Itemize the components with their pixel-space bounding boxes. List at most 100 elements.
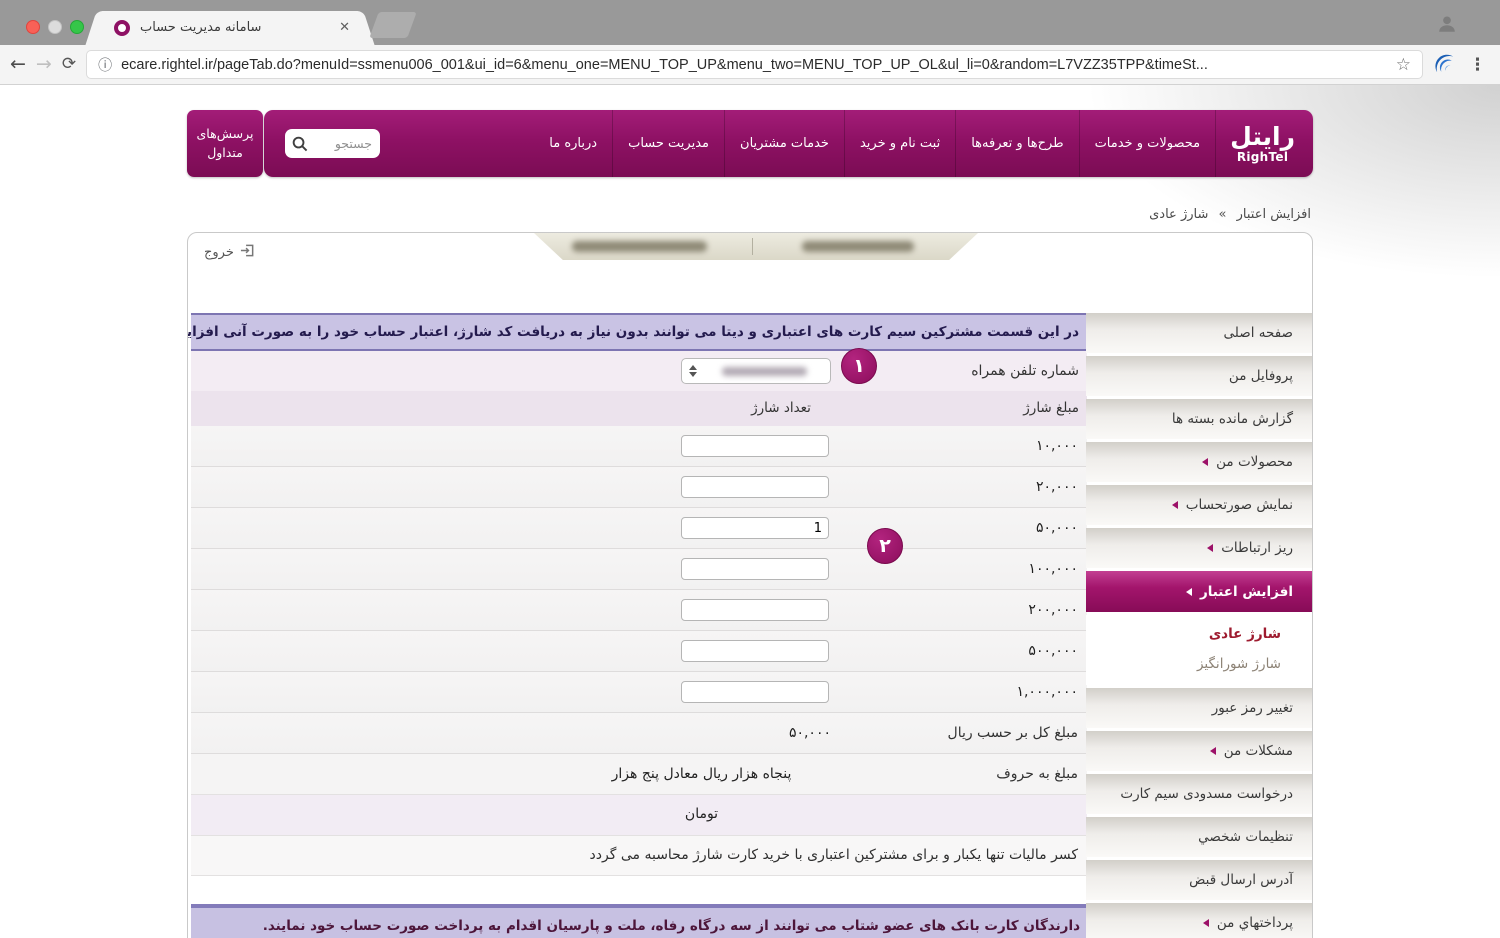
- logout-label: خروج: [204, 245, 234, 260]
- charge-form: در این قسمت مشترکین سیم کارت های اعتباری…: [191, 313, 1087, 938]
- chevron-left-icon: [1207, 544, 1213, 552]
- site-header: رایتل RighTel محصولات و خدمات طرح‌ها و ت…: [264, 110, 1313, 177]
- new-tab-button[interactable]: [369, 12, 416, 38]
- breadcrumb-parent[interactable]: افزایش اعتبار: [1237, 207, 1311, 222]
- sidebar-item-personal-settings[interactable]: تنظیمات شخصي: [1086, 817, 1313, 857]
- sidebar-item-increase-credit[interactable]: افزایش اعتبار: [1086, 571, 1313, 612]
- charge-row-100000: ۱۰۰,۰۰۰: [191, 549, 1087, 590]
- logo-latin: RighTel: [1237, 150, 1288, 164]
- search-box[interactable]: [285, 129, 380, 158]
- sidebar-item-label: ریز ارتباطات: [1221, 540, 1293, 556]
- sidebar-item-sim-block-request[interactable]: درخواست مسدودی سیم کارت: [1086, 774, 1313, 814]
- sidebar-item-my-payments[interactable]: پرداختهاي من: [1086, 903, 1313, 938]
- nav-customer-services[interactable]: خدمات مشتریان: [724, 110, 844, 177]
- nav-account-management[interactable]: مدیریت حساب: [612, 110, 724, 177]
- nav-about-us[interactable]: درباره ما: [534, 110, 612, 177]
- amount-value: ۲۰,۰۰۰: [1036, 479, 1078, 495]
- bookmark-star-icon[interactable]: ☆: [1396, 55, 1411, 75]
- logo-persian: رایتل: [1230, 123, 1295, 151]
- sidebar-item-my-profile[interactable]: پروفایل من: [1086, 356, 1313, 396]
- sidebar-item-label: آدرس ارسال قبض: [1189, 872, 1293, 888]
- chevron-left-icon: [1210, 747, 1216, 755]
- nav-register-purchase[interactable]: ثبت نام و خرید: [844, 110, 955, 177]
- browser-tab[interactable]: سامانه مدیریت حساب ✕: [100, 11, 360, 45]
- sidebar-item-label: محصولات من: [1216, 454, 1293, 470]
- sidebar-item-bill-address[interactable]: آدرس ارسال قبض: [1086, 860, 1313, 900]
- amount-value: ۵۰۰,۰۰۰: [1028, 643, 1078, 659]
- sidebar-item-my-products[interactable]: محصولات من: [1086, 442, 1313, 482]
- url-bar[interactable]: ⓘ ecare.rightel.ir/pageTab.do?menuId=ssm…: [86, 50, 1423, 79]
- charge-count-input-10000[interactable]: [681, 435, 829, 457]
- sidebar-item-label: افزایش اعتبار: [1200, 584, 1293, 600]
- info-icon[interactable]: ⓘ: [98, 55, 112, 75]
- forward-icon[interactable]: →: [36, 55, 52, 74]
- phone-label: شماره تلفن همراه: [971, 363, 1079, 379]
- sidebar-item-label: درخواست مسدودی سیم کارت: [1120, 786, 1293, 802]
- zoom-window-button[interactable]: [70, 20, 84, 34]
- amount-value: ۲۰۰,۰۰۰: [1028, 602, 1078, 618]
- charge-row-1000000: ۱,۰۰۰,۰۰۰: [191, 672, 1087, 713]
- extension-icon[interactable]: [1433, 52, 1455, 78]
- nav-plans-tariffs[interactable]: طرح‌ها و تعرفه‌ها: [955, 110, 1078, 177]
- shetab-banner: دارندگان کارت بانک های عضو شتاب می توانن…: [191, 904, 1087, 938]
- tax-note-row: کسر مالیات تنها یکبار و برای مشترکین اعت…: [191, 835, 1087, 876]
- rightel-favicon-icon: [114, 20, 130, 36]
- charge-count-input-1000000[interactable]: [681, 681, 829, 703]
- sidebar-item-package-balance[interactable]: گزارش مانده بسته ها: [1086, 399, 1313, 439]
- account-info-tab: [534, 233, 978, 260]
- profile-avatar-icon[interactable]: [1436, 13, 1458, 39]
- count-column-header: تعداد شارژ: [681, 391, 881, 426]
- chevron-left-icon: [1186, 588, 1192, 596]
- browser-toolbar: ← → ⟳ ⓘ ecare.rightel.ir/pageTab.do?menu…: [0, 45, 1500, 85]
- charge-row-500000: ۵۰۰,۰۰۰: [191, 631, 1087, 672]
- faq-button[interactable]: پرسش‌های متداول: [187, 110, 263, 177]
- rightel-logo[interactable]: رایتل RighTel: [1216, 110, 1313, 177]
- spacer-row: [191, 876, 1087, 904]
- sidebar-item-call-details[interactable]: ریز ارتباطات: [1086, 528, 1313, 568]
- main-nav: محصولات و خدمات طرح‌ها و تعرفه‌ها ثبت نا…: [534, 110, 1216, 177]
- search-input[interactable]: [285, 129, 380, 158]
- submenu-item-normal-charge[interactable]: شارژ عادی: [1086, 619, 1313, 649]
- sidebar: صفحه اصلی پروفایل من گزارش مانده بسته ها…: [1086, 313, 1313, 938]
- charge-row-50000: ۵۰,۰۰۰: [191, 508, 1087, 549]
- amount-value: ۱,۰۰۰,۰۰۰: [1016, 684, 1078, 700]
- blurred-account-number: [802, 241, 914, 252]
- logout-button[interactable]: خروج: [204, 243, 255, 262]
- sidebar-item-label: نمایش صورتحساب: [1186, 497, 1293, 513]
- breadcrumb-separator: »: [1219, 207, 1227, 222]
- minimize-window-button[interactable]: [48, 20, 62, 34]
- tab-close-icon[interactable]: ✕: [339, 20, 350, 35]
- words-value: پنجاه هزار ریال معادل پنج هزار تومان: [599, 754, 804, 834]
- close-window-button[interactable]: [26, 20, 40, 34]
- blurred-phone-number: [722, 367, 807, 376]
- faq-line1: پرسش‌های: [197, 125, 254, 144]
- sidebar-item-home[interactable]: صفحه اصلی: [1086, 313, 1313, 353]
- chevron-left-icon: [1203, 919, 1209, 927]
- refresh-icon[interactable]: ⟳: [62, 56, 76, 73]
- phone-select[interactable]: [681, 358, 831, 384]
- charge-count-input-20000[interactable]: [681, 476, 829, 498]
- charge-count-input-200000[interactable]: [681, 599, 829, 621]
- content-box: خروج در این قسمت مشترکین سیم کارت های اع…: [187, 232, 1313, 938]
- charge-count-input-500000[interactable]: [681, 640, 829, 662]
- sidebar-item-view-bill[interactable]: نمایش صورتحساب: [1086, 485, 1313, 525]
- faq-line2: متداول: [207, 144, 243, 163]
- back-icon[interactable]: ←: [10, 55, 26, 74]
- submenu-item-shurangiz-charge[interactable]: شارژ شورانگیز: [1086, 649, 1313, 679]
- url-text[interactable]: ecare.rightel.ir/pageTab.do?menuId=ssmen…: [121, 57, 1387, 73]
- nav-products-services[interactable]: محصولات و خدمات: [1079, 110, 1216, 177]
- tab-title: سامانه مدیریت حساب: [140, 20, 261, 35]
- step-badge-2: ۲: [867, 528, 903, 564]
- intro-banner: در این قسمت مشترکین سیم کارت های اعتباری…: [191, 313, 1087, 351]
- browser-menu-icon[interactable]: ⋮: [1465, 55, 1490, 75]
- charge-count-input-100000[interactable]: [681, 558, 829, 580]
- sidebar-item-label: گزارش مانده بسته ها: [1172, 411, 1293, 427]
- sidebar-item-my-problems[interactable]: مشکلات من: [1086, 731, 1313, 771]
- amount-value: ۱۰,۰۰۰: [1036, 438, 1078, 454]
- select-stepper-icon: [689, 365, 697, 377]
- sidebar-item-change-password[interactable]: تغییر رمز عبور: [1086, 688, 1313, 728]
- browser-titlebar: سامانه مدیریت حساب ✕: [0, 0, 1500, 45]
- chevron-left-icon: [1202, 458, 1208, 466]
- increase-credit-submenu: شارژ عادی شارژ شورانگیز: [1086, 615, 1313, 685]
- charge-count-input-50000[interactable]: [681, 517, 829, 539]
